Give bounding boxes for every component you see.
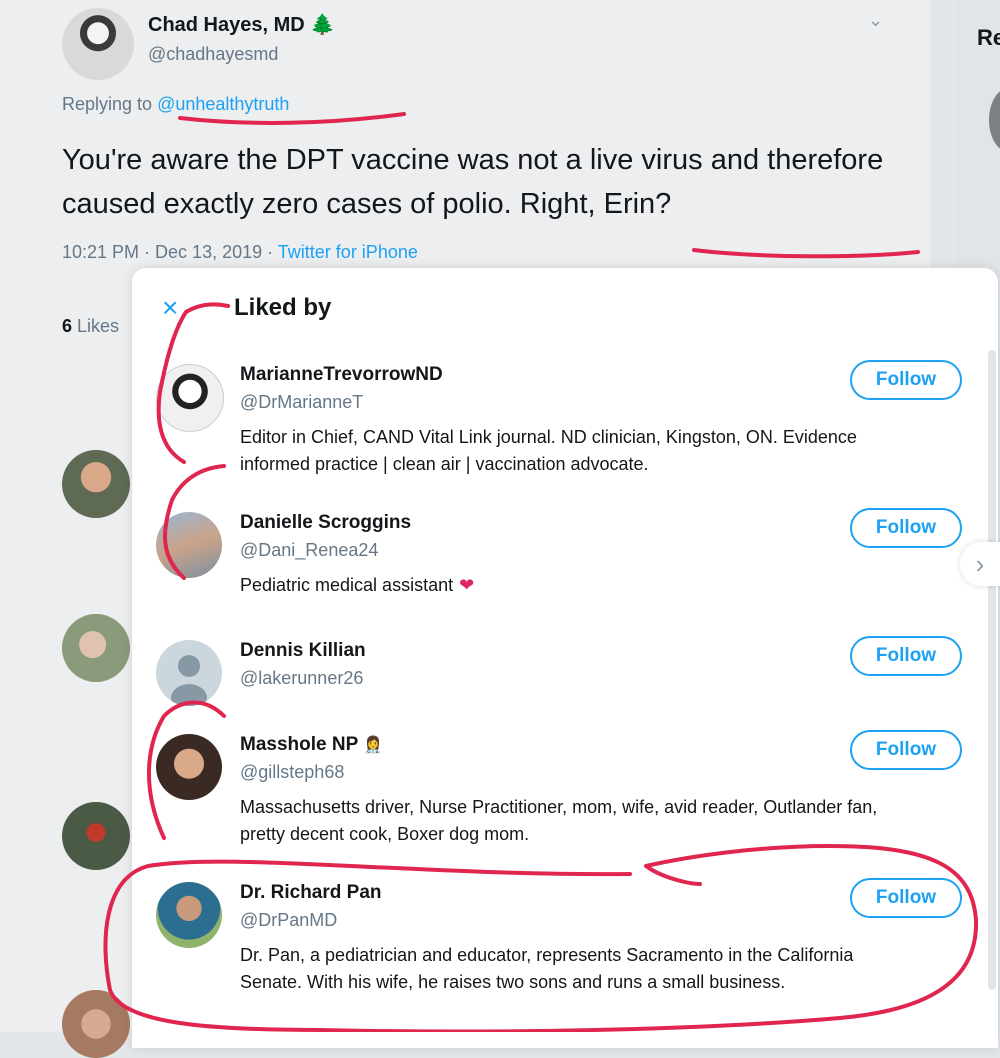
- likes-count[interactable]: 6 Likes: [62, 316, 119, 337]
- user-bio-text: Pediatric medical assistant: [240, 575, 454, 595]
- avatar[interactable]: [156, 364, 224, 432]
- avatar[interactable]: [156, 512, 222, 578]
- avatar[interactable]: [156, 734, 222, 800]
- tweet-timestamp[interactable]: 10:21 PM · Dec 13, 2019 ·: [62, 242, 278, 262]
- scrollbar[interactable]: [988, 350, 996, 990]
- follow-button[interactable]: Follow: [850, 878, 962, 918]
- user-handle: @DrPanMD: [240, 910, 338, 930]
- right-panel-avatar: [989, 88, 1000, 152]
- user-handle: @DrMarianneT: [240, 392, 364, 412]
- right-panel-heading: Re: [977, 25, 1000, 50]
- follow-button[interactable]: Follow: [850, 360, 962, 400]
- user-name[interactable]: Masshole NP 👩‍⚕️: [240, 734, 383, 756]
- modal-title: Liked by: [234, 294, 332, 321]
- tree-emoji-icon: 🌲: [310, 14, 336, 36]
- follow-button[interactable]: Follow: [850, 636, 962, 676]
- background-avatar: [62, 802, 130, 870]
- user-name[interactable]: Danielle Scroggins: [240, 512, 411, 534]
- chevron-down-icon[interactable]: ⌄: [868, 10, 883, 31]
- user-handle: @Dani_Renea24: [240, 540, 379, 560]
- user-bio: Pediatric medical assistant ❤: [240, 572, 920, 599]
- tweet-text: You're aware the DPT vaccine was not a l…: [62, 144, 884, 220]
- replying-to-line: Replying to @unhealthytruth: [62, 94, 289, 115]
- replying-prefix: Replying to: [62, 94, 153, 114]
- user-name[interactable]: Dr. Richard Pan: [240, 882, 382, 904]
- likes-number: 6: [62, 316, 73, 336]
- chevron-right-icon[interactable]: ›: [960, 542, 1000, 586]
- close-icon[interactable]: ×: [162, 292, 178, 324]
- heart-icon: ❤: [459, 575, 475, 595]
- background-avatar: [62, 450, 130, 518]
- author-handle[interactable]: @chadhayesmd: [148, 44, 278, 65]
- health-worker-emoji-icon: 👩‍⚕️: [363, 737, 384, 754]
- user-name[interactable]: Dennis Killian: [240, 640, 366, 662]
- follow-button[interactable]: Follow: [850, 508, 962, 548]
- background-avatar: [62, 990, 130, 1058]
- default-avatar-icon[interactable]: [156, 640, 222, 706]
- tweet-meta: 10:21 PM · Dec 13, 2019 · Twitter for iP…: [62, 242, 418, 263]
- likes-label: Likes: [72, 316, 120, 336]
- follow-button[interactable]: Follow: [850, 730, 962, 770]
- user-bio: Editor in Chief, CAND Vital Link journal…: [240, 427, 857, 474]
- user-name[interactable]: MarianneTrevorrowND: [240, 364, 443, 386]
- user-handle: @lakerunner26: [240, 668, 364, 688]
- avatar[interactable]: [156, 882, 222, 948]
- tweet-source-link[interactable]: Twitter for iPhone: [278, 242, 418, 262]
- user-handle: @gillsteph68: [240, 762, 345, 782]
- background-avatar: [62, 614, 130, 682]
- author-avatar[interactable]: [62, 8, 134, 80]
- person-silhouette-icon: [171, 655, 207, 706]
- liked-by-modal: × Liked by MarianneTrevorrowND @DrMarian…: [132, 268, 998, 1048]
- author-name[interactable]: Chad Hayes, MD 🌲: [148, 12, 335, 37]
- user-bio: Dr. Pan, a pediatrician and educator, re…: [240, 945, 854, 992]
- replying-to-link[interactable]: @unhealthytruth: [157, 94, 289, 114]
- user-bio: Massachusetts driver, Nurse Practitioner…: [240, 797, 878, 844]
